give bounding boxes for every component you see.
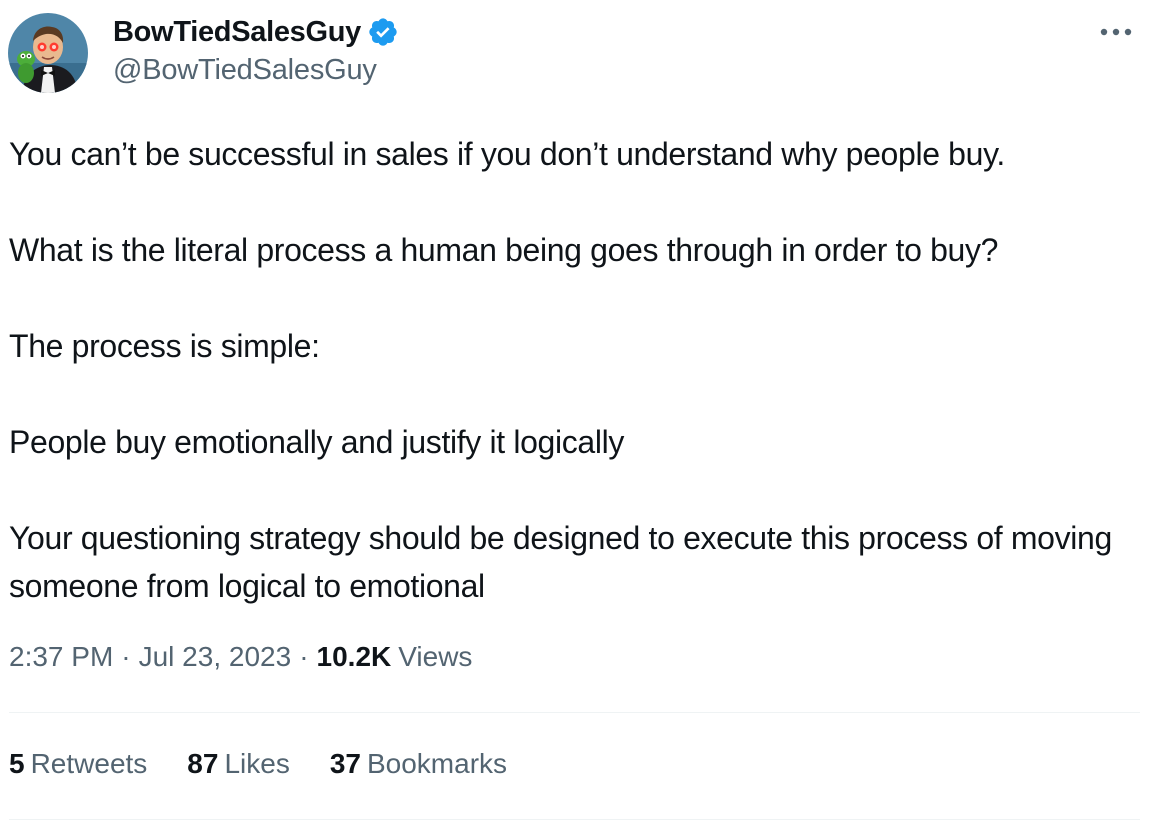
views-count: 10.2K (316, 641, 392, 672)
author-name-row: BowTiedSalesGuy (113, 14, 399, 50)
verified-badge-icon[interactable] (367, 16, 399, 48)
likes-stat[interactable]: 87 Likes (187, 748, 290, 780)
tweet-time[interactable]: 2:37 PM (9, 641, 113, 673)
tweet-paragraph: People buy emotionally and justify it lo… (9, 424, 625, 460)
bookmarks-count: 37 (329, 748, 361, 779)
retweets-count: 5 (9, 748, 25, 779)
meta-separator: · (121, 641, 131, 672)
tweet-card: BowTiedSalesGuy @BowTiedSalesGuy You can… (0, 0, 1162, 830)
author-display-name[interactable]: BowTiedSalesGuy (113, 16, 361, 49)
tweet-paragraph: Your questioning strategy should be desi… (9, 520, 1112, 604)
more-options-button[interactable] (1096, 16, 1136, 48)
bookmarks-label: Bookmarks (366, 748, 508, 779)
tweet-date[interactable]: Jul 23, 2023 (139, 641, 292, 673)
more-options-icon (1100, 28, 1132, 36)
tweet-paragraph: You can’t be successful in sales if you … (9, 136, 1005, 172)
tweet-text: You can’t be successful in sales if you … (9, 130, 1144, 610)
divider (9, 712, 1140, 713)
tweet-meta: 2:37 PM · Jul 23, 2023 · 10.2K Views (9, 641, 472, 673)
likes-count: 87 (187, 748, 219, 779)
tweet-paragraph: The process is simple: (9, 328, 320, 364)
views-label: Views (398, 641, 473, 672)
author-handle[interactable]: @BowTiedSalesGuy (113, 54, 377, 87)
retweets-label: Retweets (30, 748, 148, 779)
retweets-stat[interactable]: 5 Retweets (9, 748, 147, 780)
avatar-image (8, 13, 88, 93)
meta-separator: · (299, 641, 309, 672)
avatar[interactable] (8, 13, 88, 93)
tweet-paragraph: What is the literal process a human bein… (9, 232, 999, 268)
likes-label: Likes (224, 748, 290, 779)
engagement-stats: 5 Retweets 87 Likes 37 Bookmarks (9, 748, 547, 780)
divider (9, 819, 1140, 820)
bookmarks-stat[interactable]: 37 Bookmarks (330, 748, 507, 780)
